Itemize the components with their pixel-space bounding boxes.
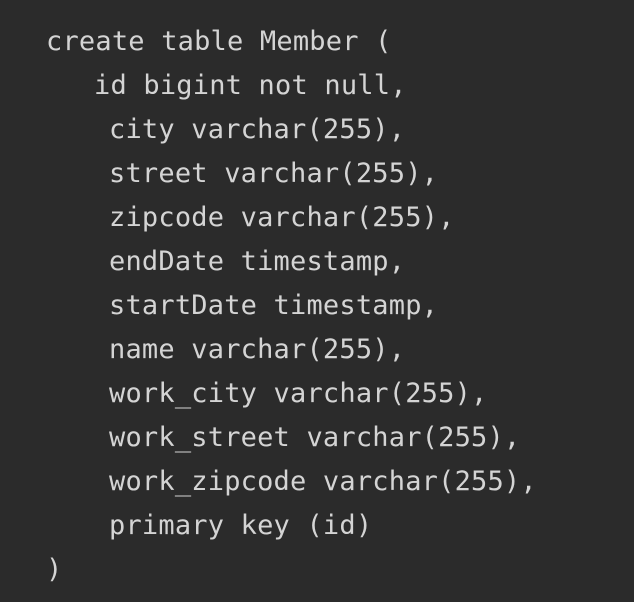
code-line-work-street: work_street varchar(255), (109, 422, 521, 453)
code-line-street: street varchar(255), (109, 158, 439, 189)
code-line-id: id bigint not null, (94, 70, 407, 101)
code-line-create-table: create table Member ( (46, 26, 392, 57)
code-line-closing-paren: ) (46, 554, 63, 585)
code-line-primary-key: primary key (id) (109, 510, 373, 541)
code-line-name: name varchar(255), (109, 334, 406, 365)
code-line-zipcode: zipcode varchar(255), (109, 202, 455, 233)
code-line-work-city: work_city varchar(255), (109, 378, 488, 409)
code-editor: create table Member ( id bigint not null… (0, 0, 634, 602)
code-line-end-date: endDate timestamp, (109, 246, 406, 277)
code-line-work-zipcode: work_zipcode varchar(255), (109, 466, 537, 497)
code-line-start-date: startDate timestamp, (109, 290, 439, 321)
code-line-city: city varchar(255), (109, 114, 406, 145)
